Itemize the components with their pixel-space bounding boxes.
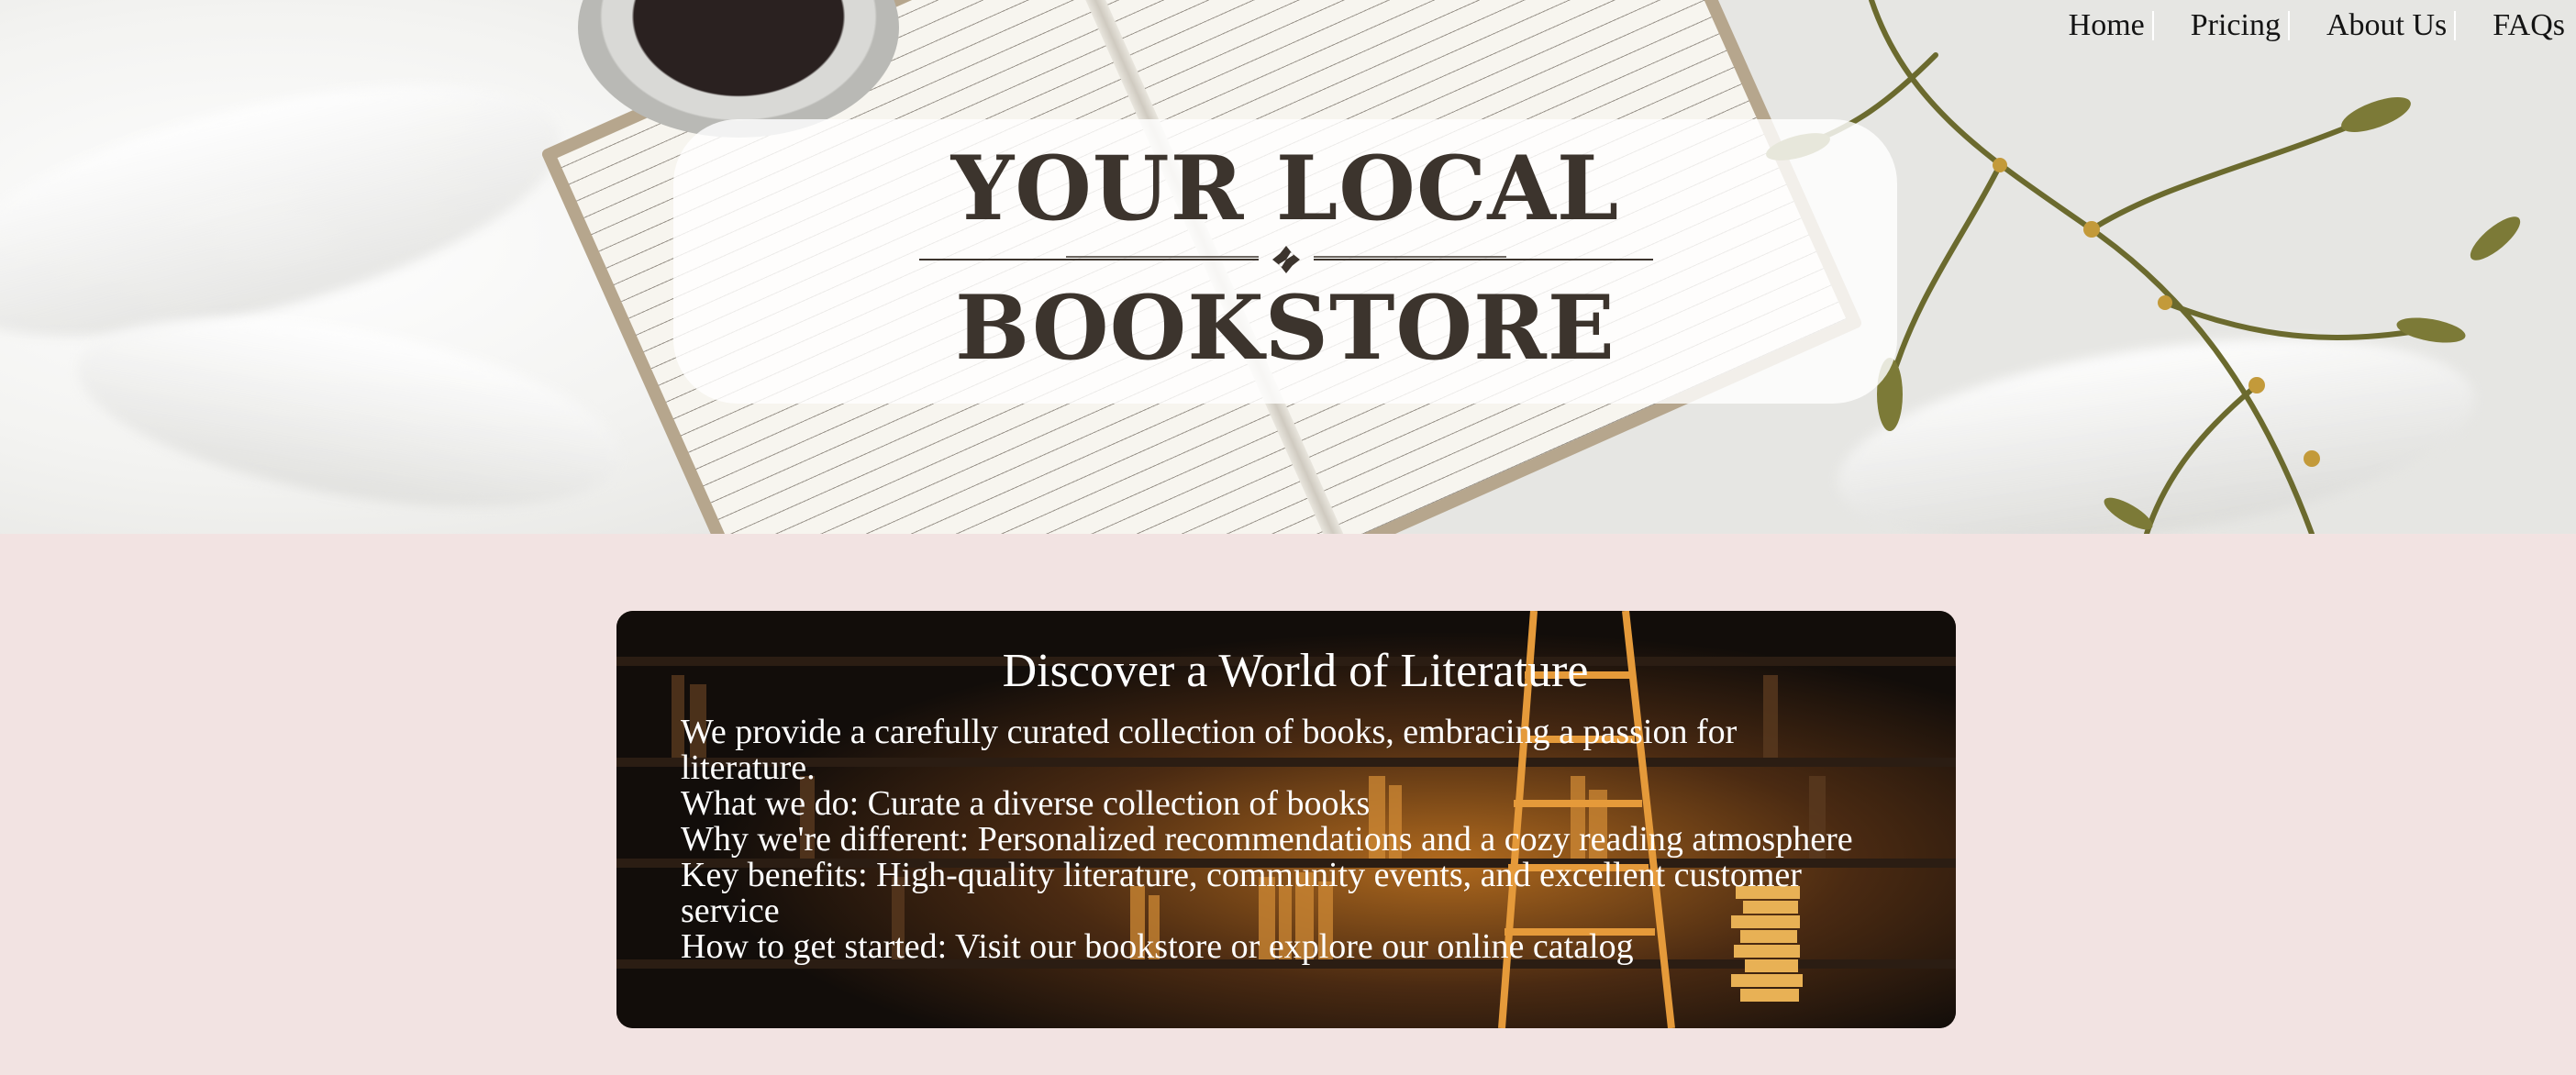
hero-banner: YOUR LOCAL BOOKSTORE Home Pricing About … bbox=[0, 0, 2576, 534]
nav-link-pricing[interactable]: Pricing bbox=[2183, 8, 2288, 43]
about-heading: Discover a World of Literature bbox=[1002, 645, 1589, 697]
nav-link-faqs[interactable]: FAQs bbox=[2485, 8, 2576, 43]
about-line-what: What we do: Curate a diverse collection … bbox=[681, 784, 1371, 823]
hero-title-line1: YOUR LOCAL bbox=[950, 137, 1620, 240]
about-line-why: Why we're different: Personalized recomm… bbox=[681, 820, 1853, 859]
nav-separator bbox=[2151, 11, 2154, 40]
ornament-divider-icon bbox=[919, 246, 1653, 273]
about-intro: We provide a carefully curated collectio… bbox=[681, 713, 1738, 787]
nav-link-home[interactable]: Home bbox=[2061, 8, 2152, 43]
top-nav: Home Pricing About Us FAQs bbox=[2061, 6, 2576, 46]
title-card: YOUR LOCAL BOOKSTORE bbox=[673, 119, 1897, 404]
nav-separator bbox=[2287, 11, 2290, 40]
about-line-benefits: Key benefits: High-quality literature, c… bbox=[681, 856, 1802, 930]
hero-title-line2: BOOKSTORE bbox=[955, 276, 1616, 380]
about-line-get-started: How to get started: Visit our bookstore … bbox=[681, 927, 1634, 966]
nav-separator bbox=[2454, 11, 2457, 40]
nav-link-about-us[interactable]: About Us bbox=[2319, 8, 2454, 43]
about-card: Discover a World of Literature We provid… bbox=[616, 611, 1956, 1028]
